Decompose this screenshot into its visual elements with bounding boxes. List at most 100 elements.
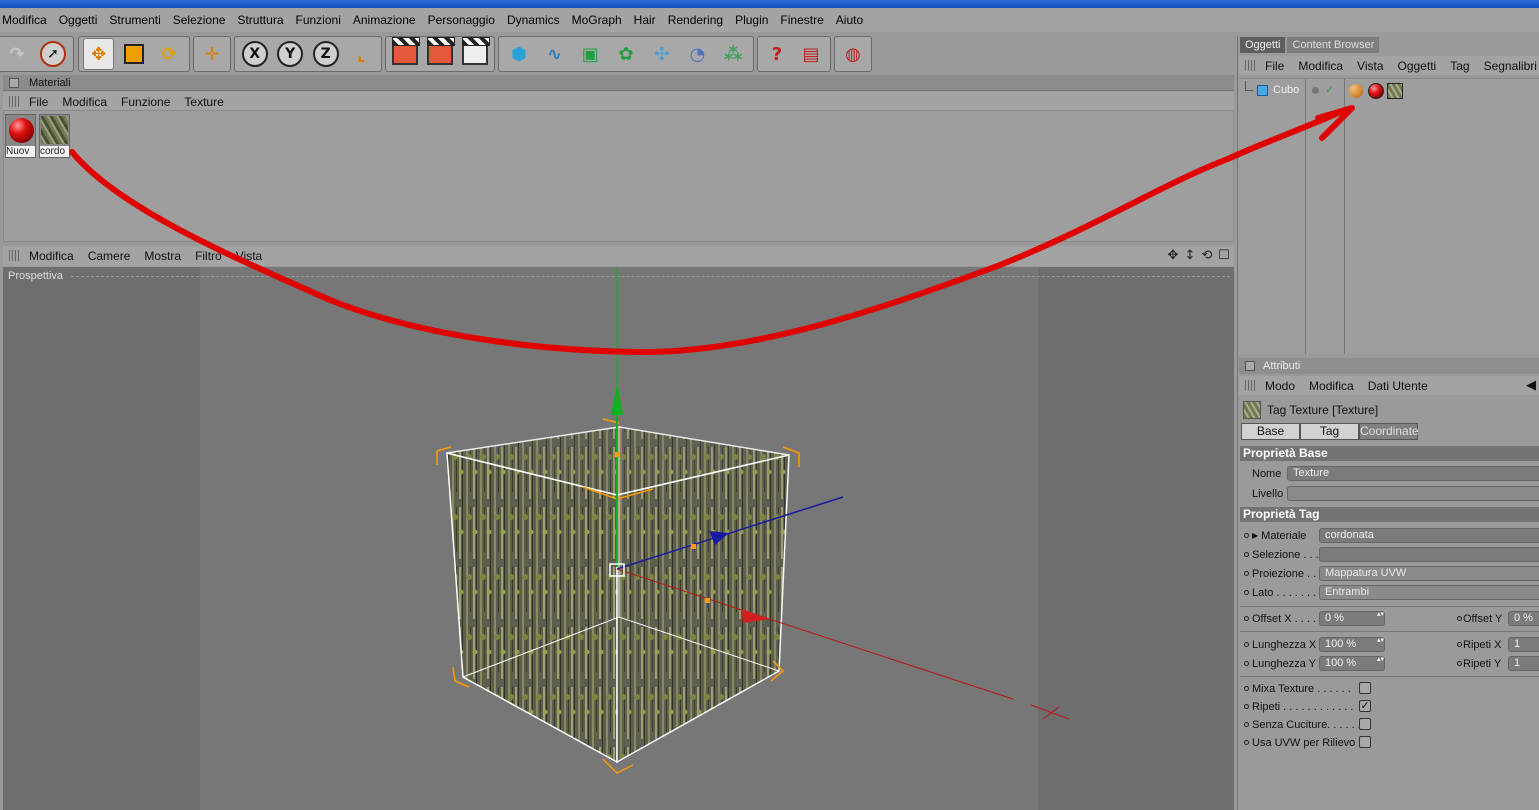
tab-oggetti[interactable]: Oggetti xyxy=(1240,37,1286,53)
scale-tool-icon[interactable] xyxy=(118,38,149,70)
animation-dot-icon[interactable] xyxy=(1457,616,1462,621)
array-icon[interactable]: ✿ xyxy=(610,38,642,70)
grip-handle-icon[interactable] xyxy=(9,96,21,107)
render-view-icon[interactable] xyxy=(390,37,421,70)
menu-selezione[interactable]: Selezione xyxy=(173,13,232,27)
attributes-menu-dati-utente[interactable]: Dati Utente xyxy=(1368,379,1428,393)
grip-handle-icon[interactable] xyxy=(1245,60,1257,71)
objects-menu-oggetti[interactable]: Oggetti xyxy=(1398,59,1437,73)
menu-modifica[interactable]: Modifica xyxy=(2,13,53,27)
animation-dot-icon[interactable] xyxy=(1244,686,1249,691)
help-icon[interactable]: ? xyxy=(762,38,792,70)
tab-content-browser[interactable]: Content Browser xyxy=(1287,37,1380,53)
material-swatch-nuovo[interactable]: Nuov xyxy=(5,114,36,158)
ripetiy-input[interactable]: 1 xyxy=(1508,656,1539,671)
select-arrow-icon[interactable]: ➚ xyxy=(37,38,69,70)
tab-base[interactable]: Base xyxy=(1241,423,1300,440)
animation-dot-icon[interactable] xyxy=(1244,642,1249,647)
usa-uvw-checkbox[interactable] xyxy=(1359,736,1371,748)
viewport-menu-modifica[interactable]: Modifica xyxy=(29,249,74,263)
viewport-menu-filtro[interactable]: Filtro xyxy=(195,249,222,263)
materials-menu-file[interactable]: File xyxy=(29,95,48,109)
animation-dot-icon[interactable] xyxy=(1244,616,1249,621)
orbit-icon[interactable]: ⟲ xyxy=(1200,248,1214,263)
back-arrow-icon[interactable]: ◀ xyxy=(1526,377,1536,393)
tab-coordinate[interactable]: Coordinate xyxy=(1359,423,1419,440)
dolly-icon[interactable]: ↕ xyxy=(1183,248,1197,263)
layout-table-icon[interactable]: ▤ xyxy=(796,38,826,70)
pan-icon[interactable]: ✥ xyxy=(1166,248,1180,263)
viewport-menu-camere[interactable]: Camere xyxy=(88,249,131,263)
redo-icon[interactable]: ↷ xyxy=(1,38,33,70)
animation-dot-icon[interactable] xyxy=(1244,552,1249,557)
expand-triangle-icon[interactable]: ▶ xyxy=(1252,531,1258,540)
menu-plugin[interactable]: Plugin xyxy=(735,13,774,27)
menu-animazione[interactable]: Animazione xyxy=(353,13,422,27)
animation-dot-icon[interactable] xyxy=(1244,740,1249,745)
menu-struttura[interactable]: Struttura xyxy=(237,13,289,27)
livello-field[interactable] xyxy=(1287,486,1539,501)
cube-primitive-icon[interactable]: ⬢ xyxy=(503,38,535,70)
texture-tag-icon[interactable] xyxy=(1387,83,1403,99)
materiale-field[interactable]: cordonata xyxy=(1319,528,1539,543)
tab-tag[interactable]: Tag xyxy=(1300,423,1359,440)
menu-rendering[interactable]: Rendering xyxy=(668,13,729,27)
animation-dot-icon[interactable] xyxy=(1457,661,1462,666)
menu-aiuto[interactable]: Aiuto xyxy=(836,13,869,27)
lungy-input[interactable]: 100 % xyxy=(1319,656,1385,671)
perspective-viewport[interactable]: Prospettiva xyxy=(3,267,1234,810)
editor-visibility-dot-icon[interactable] xyxy=(1312,87,1319,94)
menu-personaggio[interactable]: Personaggio xyxy=(428,13,501,27)
animation-dot-icon[interactable] xyxy=(1244,571,1249,576)
nome-field[interactable]: Texture xyxy=(1287,466,1539,481)
animation-dot-icon[interactable] xyxy=(1244,661,1249,666)
objects-menu-tag[interactable]: Tag xyxy=(1450,59,1469,73)
menu-mograph[interactable]: MoGraph xyxy=(572,13,628,27)
z-axis-lock-icon[interactable]: Z xyxy=(310,38,342,70)
objects-menu-file[interactable]: File xyxy=(1265,59,1284,73)
material-tag-red-icon[interactable] xyxy=(1368,83,1384,99)
panel-toggle-checkbox[interactable] xyxy=(9,78,19,88)
grip-handle-icon[interactable] xyxy=(9,250,21,261)
menu-strumenti[interactable]: Strumenti xyxy=(109,13,166,27)
selezione-field[interactable] xyxy=(1319,547,1539,562)
menu-dynamics[interactable]: Dynamics xyxy=(507,13,566,27)
menu-funzioni[interactable]: Funzioni xyxy=(296,13,347,27)
ripeti-checkbox[interactable]: ✓ xyxy=(1359,700,1371,712)
offsety-input[interactable]: 0 % xyxy=(1508,611,1539,626)
viewport-menu-mostra[interactable]: Mostra xyxy=(144,249,181,263)
lungx-input[interactable]: 100 % xyxy=(1319,637,1385,652)
rotate-tool-icon[interactable]: ⟳ xyxy=(154,38,185,70)
objects-menu-modifica[interactable]: Modifica xyxy=(1298,59,1343,73)
animation-dot-icon[interactable] xyxy=(1244,590,1249,595)
particles-icon[interactable]: ⁂ xyxy=(717,38,749,70)
render-settings-icon[interactable] xyxy=(459,37,490,70)
ripetix-input[interactable]: 1 xyxy=(1508,637,1539,652)
viewport-menu-vista[interactable]: Vista xyxy=(236,249,262,263)
y-axis-lock-icon[interactable]: Y xyxy=(275,38,307,70)
axis-tool-icon[interactable]: ✛ xyxy=(198,38,226,70)
scene-icon[interactable]: ◔ xyxy=(682,38,714,70)
coordinate-system-icon[interactable]: ⌞ xyxy=(346,38,378,70)
spline-icon[interactable]: ∿ xyxy=(539,38,571,70)
x-axis-lock-icon[interactable]: X xyxy=(239,38,271,70)
deformer-icon[interactable]: ✣ xyxy=(646,38,678,70)
nurbs-icon[interactable]: ▣ xyxy=(574,38,606,70)
attributes-menu-modo[interactable]: Modo xyxy=(1265,379,1295,393)
phong-tag-icon[interactable] xyxy=(1349,84,1363,98)
materials-menu-modifica[interactable]: Modifica xyxy=(62,95,107,109)
proiezione-dropdown[interactable]: Mappatura UVW xyxy=(1319,566,1539,581)
move-tool-icon[interactable]: ✥ xyxy=(83,38,115,70)
object-name[interactable]: Cubo xyxy=(1273,84,1299,96)
menu-finestre[interactable]: Finestre xyxy=(780,13,829,27)
animation-dot-icon[interactable] xyxy=(1244,704,1249,709)
maximize-icon[interactable]: ☐ xyxy=(1217,248,1231,263)
materials-menu-funzione[interactable]: Funzione xyxy=(121,95,170,109)
enabled-check-icon[interactable]: ✓ xyxy=(1325,83,1334,96)
materials-menu-texture[interactable]: Texture xyxy=(184,95,223,109)
menu-oggetti[interactable]: Oggetti xyxy=(59,13,104,27)
menu-hair[interactable]: Hair xyxy=(634,13,662,27)
web-globe-icon[interactable]: ◍ xyxy=(839,38,867,70)
render-picture-viewer-icon[interactable] xyxy=(425,37,456,70)
animation-dot-icon[interactable] xyxy=(1244,722,1249,727)
